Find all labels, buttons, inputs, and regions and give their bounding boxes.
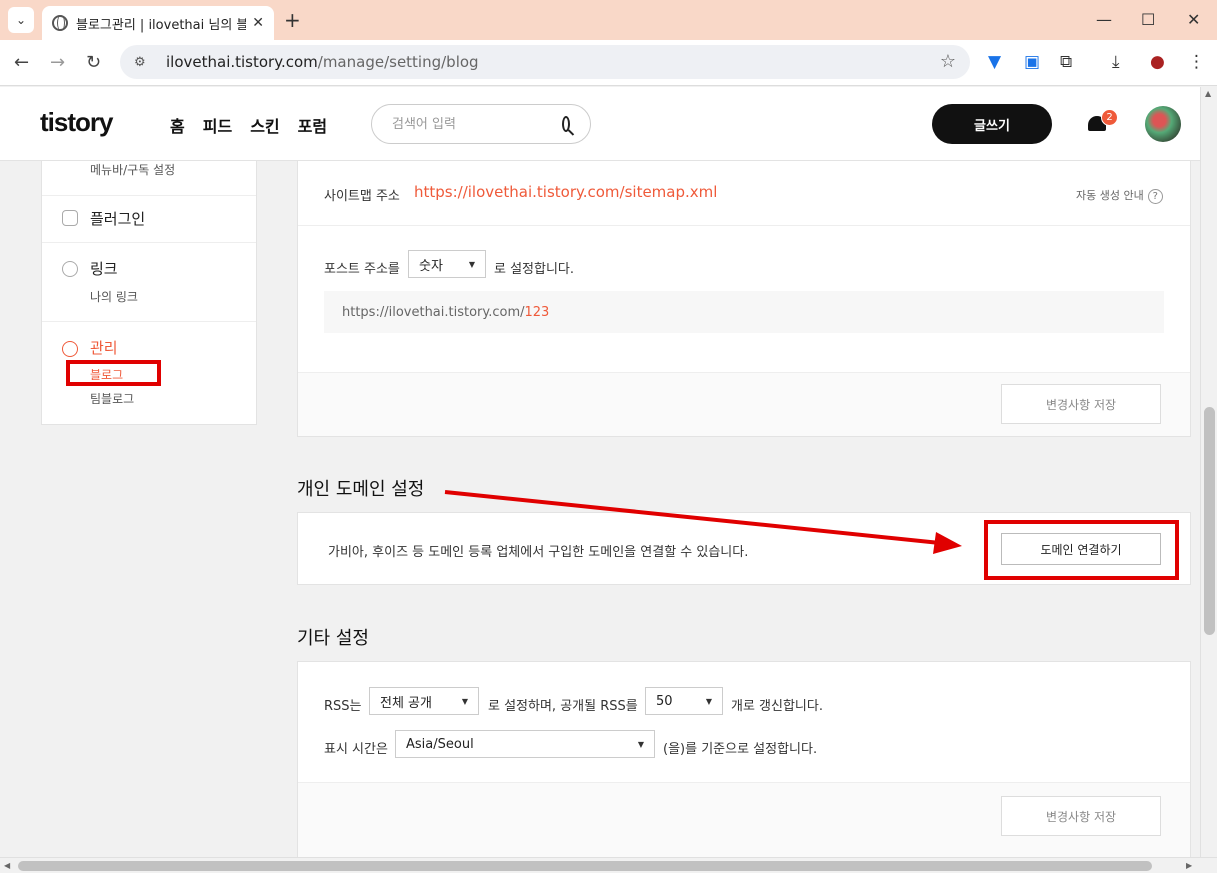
site-settings-icon[interactable]: ⚙ (134, 55, 152, 70)
timezone-select[interactable]: Asia/Seoul ▼ (395, 730, 655, 758)
arrow-line (444, 490, 941, 545)
rss-prefix: RSS는 (324, 699, 362, 714)
bookmark-star-icon[interactable]: ☆ (940, 51, 956, 72)
minimize-icon[interactable]: — (1096, 10, 1112, 29)
page-viewport: tistory 홈 피드 스킨 포럼 글쓰기 2 메뉴바/구독 설정 플러그인 … (0, 87, 1200, 857)
rss-count-select[interactable]: 50 ▼ (645, 687, 723, 715)
reload-icon[interactable]: ↻ (86, 52, 101, 73)
scroll-left-icon[interactable]: ◀ (4, 861, 10, 870)
download-icon[interactable]: ⤓ (1112, 52, 1120, 72)
forward-arrow-icon[interactable]: → (50, 52, 65, 73)
globe-icon (52, 15, 68, 31)
vertical-scrollbar[interactable]: ▲ (1200, 87, 1217, 857)
timezone-prefix: 표시 시간은 (324, 742, 388, 757)
browser-toolbar: ← → ↻ ⚙ ilovethai.tistory.com/manage/set… (0, 40, 1217, 86)
url-host: ilovethai.tistory.com (166, 53, 318, 71)
timezone-value: Asia/Seoul (406, 736, 474, 752)
tab-title: 블로그관리 | ilovethai 님의 블로그 (76, 17, 247, 33)
more-menu-icon[interactable]: ⋮ (1188, 52, 1205, 72)
scrollbar-thumb[interactable] (1204, 407, 1215, 635)
close-icon[interactable]: ✕ (252, 15, 264, 31)
caret-down-icon: ▼ (461, 696, 468, 706)
rss-count-value: 50 (656, 693, 673, 709)
url-path: /manage/setting/blog (317, 53, 479, 71)
horizontal-scrollbar[interactable]: ◀ ▶ (0, 857, 1217, 873)
new-tab-button[interactable]: + (284, 8, 301, 32)
extensions-puzzle-icon[interactable]: ⧉ (1060, 52, 1072, 72)
profile-icon[interactable]: ● (1150, 52, 1165, 72)
other-settings-footer: 변경사항 저장 (298, 782, 1190, 857)
maximize-icon[interactable]: ☐ (1141, 10, 1155, 29)
other-section-title: 기타 설정 (297, 628, 369, 649)
extension-translate-icon[interactable]: ▣ (1024, 52, 1040, 72)
extension-v-icon[interactable]: ▼ (988, 52, 1001, 72)
timezone-suffix: (을)를 기준으로 설정합니다. (663, 742, 818, 757)
save-button[interactable]: 변경사항 저장 (1001, 796, 1161, 836)
rss-suffix: 개로 갱신합니다. (731, 699, 823, 714)
back-arrow-icon[interactable]: ← (14, 52, 29, 73)
scroll-right-icon[interactable]: ▶ (1186, 861, 1192, 870)
rss-visibility-value: 전체 공개 (380, 695, 432, 711)
tab-search-button[interactable]: ⌄ (8, 7, 34, 33)
scroll-up-icon[interactable]: ▲ (1205, 89, 1211, 98)
arrow-head (933, 532, 962, 554)
rss-middle: 로 설정하며, 공개될 RSS를 (488, 699, 638, 714)
browser-tab-bar: ⌄ 블로그관리 | ilovethai 님의 블로그 ✕ + — ☐ ✕ (0, 0, 1217, 40)
address-bar[interactable]: ⚙ ilovethai.tistory.com/manage/setting/b… (120, 45, 970, 79)
rss-visibility-select[interactable]: 전체 공개 ▼ (369, 687, 479, 715)
window-close-icon[interactable]: ✕ (1187, 10, 1200, 29)
caret-down-icon: ▼ (637, 739, 644, 749)
other-settings-panel: RSS는 전체 공개 ▼ 로 설정하며, 공개될 RSS를 50 ▼ 개로 갱신합니… (297, 661, 1191, 857)
browser-tab[interactable]: 블로그관리 | ilovethai 님의 블로그 ✕ (42, 6, 274, 40)
chevron-down-icon: ⌄ (15, 13, 27, 27)
scrollbar-thumb[interactable] (18, 861, 1152, 871)
caret-down-icon: ▼ (705, 696, 712, 706)
